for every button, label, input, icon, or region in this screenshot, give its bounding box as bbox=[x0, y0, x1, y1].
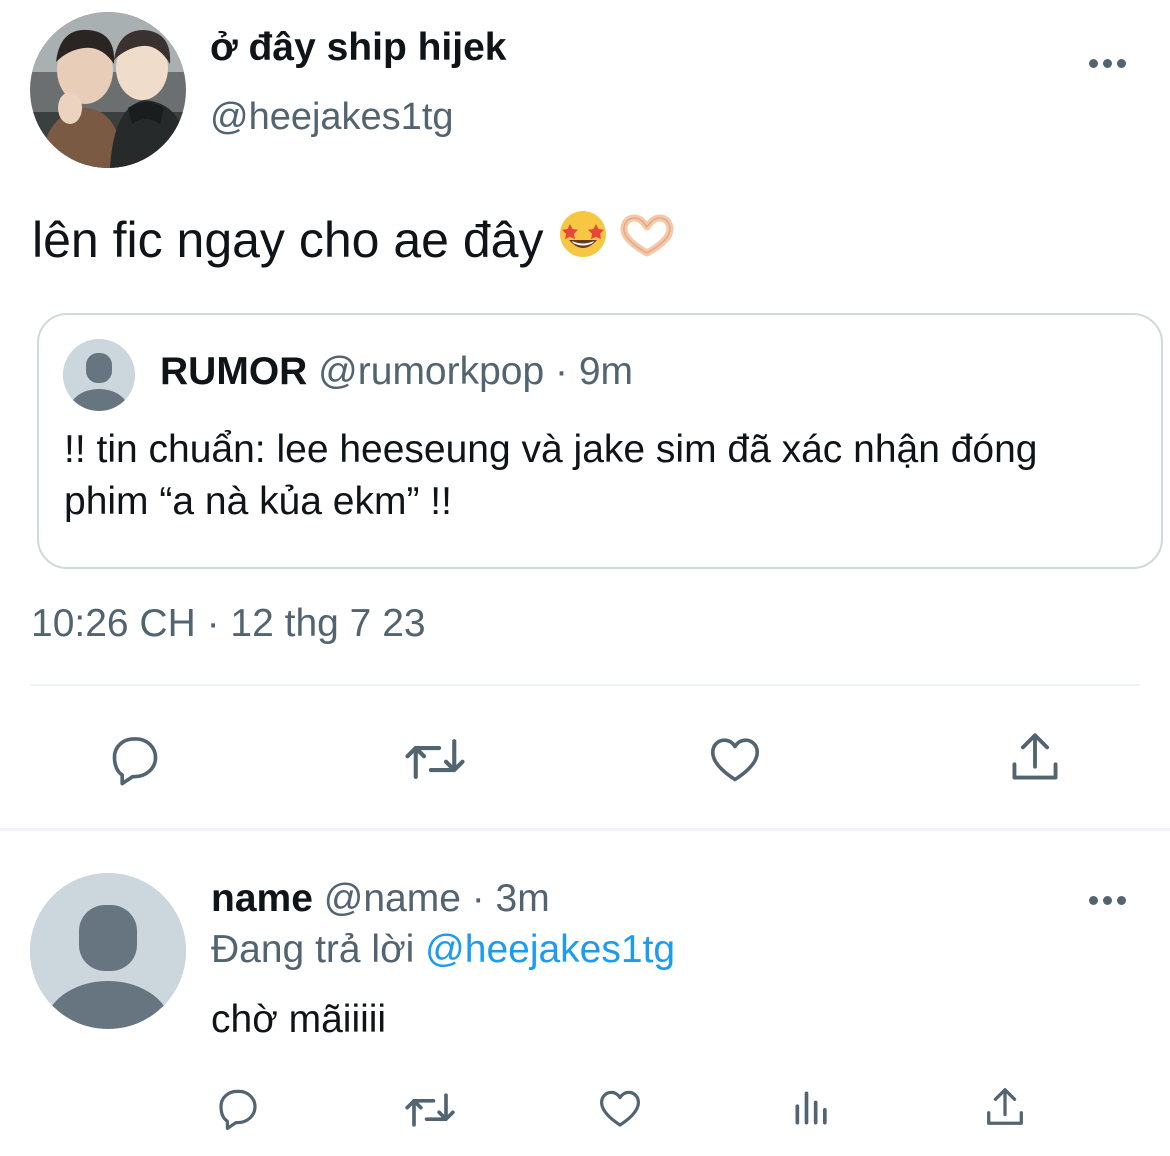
quoted-author-line: RUMOR @rumorkpop · 9m bbox=[160, 350, 633, 394]
section-divider bbox=[0, 828, 1170, 831]
author-handle[interactable]: @heejakes1tg bbox=[210, 96, 454, 139]
heart-hands-emoji bbox=[619, 211, 675, 269]
like-icon[interactable] bbox=[596, 1084, 644, 1132]
share-icon[interactable] bbox=[1006, 728, 1064, 786]
reply-icon[interactable] bbox=[214, 1084, 262, 1132]
tweet-text: lên fic ngay cho ae đây bbox=[32, 212, 544, 268]
replying-to-label: Đang trả lời bbox=[211, 928, 426, 971]
divider bbox=[30, 684, 1140, 686]
tweet-timestamp[interactable]: 10:26 CH · 12 thg 7 23 bbox=[31, 602, 426, 646]
reply-text: chờ mãiiiii bbox=[211, 998, 387, 1041]
replying-to-mention[interactable]: @heejakes1tg bbox=[425, 928, 675, 971]
quoted-meta: @rumorkpop · 9m bbox=[318, 350, 634, 393]
reply-icon[interactable] bbox=[106, 730, 164, 788]
profile-avatar[interactable] bbox=[30, 12, 186, 168]
quoted-display-name: RUMOR bbox=[160, 350, 308, 393]
quoted-author-avatar[interactable] bbox=[63, 339, 135, 411]
more-horizontal-icon[interactable] bbox=[1087, 895, 1127, 907]
more-horizontal-icon[interactable] bbox=[1087, 58, 1127, 70]
star-struck-emoji bbox=[557, 208, 609, 272]
reply-author-avatar[interactable] bbox=[30, 873, 186, 1029]
analytics-icon[interactable] bbox=[790, 1086, 834, 1130]
author-display-name[interactable]: ở đây ship hijek bbox=[210, 26, 506, 70]
reply-author-line: name @name · 3m bbox=[211, 877, 550, 921]
reply-display-name[interactable]: name bbox=[211, 877, 313, 920]
reply-meta: @name · 3m bbox=[323, 877, 550, 920]
retweet-icon[interactable] bbox=[402, 730, 468, 788]
like-icon[interactable] bbox=[706, 730, 764, 788]
share-icon[interactable] bbox=[982, 1084, 1028, 1130]
replying-to-line: Đang trả lời @heejakes1tg bbox=[211, 928, 675, 972]
retweet-icon[interactable] bbox=[402, 1086, 458, 1134]
tweet-text-row: lên fic ngay cho ae đây bbox=[32, 208, 675, 272]
quoted-tweet-text: !! tin chuẩn: lee heeseung và jake sim đ… bbox=[64, 428, 1038, 523]
